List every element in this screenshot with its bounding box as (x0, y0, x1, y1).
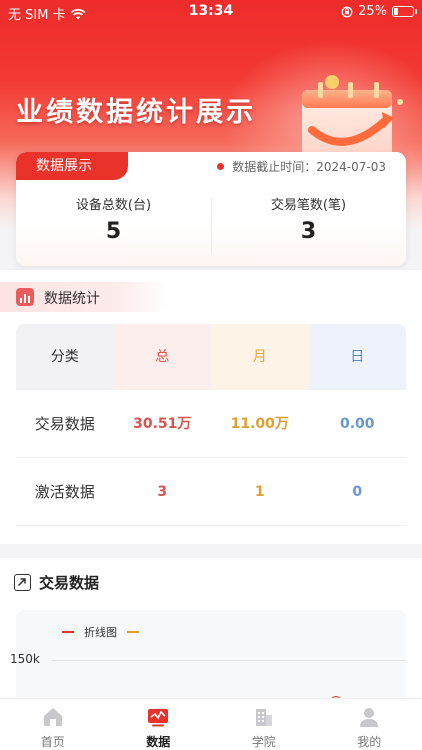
summary-card: 数据展示 数据截止时间：2024-07-03 设备总数(台) 5 交易笔数(笔)… (16, 152, 406, 266)
row-category: 交易数据 (34, 415, 95, 433)
bottom-tab-bar: 首页 数据 学院 我的 (0, 698, 422, 750)
battery-percent: 25% (358, 4, 387, 19)
col-header-category: 分类 (16, 324, 114, 390)
y-tick-label: 150k (10, 652, 40, 666)
row-total: 3 (157, 484, 168, 500)
summary-tab-label: 数据展示 (16, 152, 128, 180)
stats-table-header: 分类 总 月 日 (16, 324, 406, 390)
transaction-count-value: 3 (300, 219, 317, 244)
external-link-icon[interactable] (14, 574, 31, 591)
home-icon (43, 708, 62, 726)
tab-data[interactable]: 数据 (106, 699, 212, 750)
orientation-lock-icon (341, 6, 353, 17)
legend-label: 折线图 (84, 626, 117, 639)
chart-legend: 折线图 (62, 624, 139, 640)
stats-section-header: 数据统计 (0, 282, 170, 312)
data-deadline: 数据截止时间：2024-07-03 (217, 158, 386, 175)
col-header-month: 月 (211, 324, 309, 390)
stats-section-title: 数据统计 (44, 291, 100, 307)
legend-dash-right (127, 631, 139, 633)
stats-table: 分类 总 月 日 交易数据 30.51万 11.00万 0.00 激活数据 3 … (16, 324, 406, 544)
status-dot (217, 163, 225, 170)
tab-home[interactable]: 首页 (0, 699, 106, 750)
bar-chart-icon (16, 288, 34, 306)
tab-academy-label: 学院 (251, 735, 276, 749)
row-category: 激活数据 (34, 483, 95, 501)
building-icon (255, 709, 272, 726)
chart-icon (148, 709, 169, 727)
transaction-chart-section: 交易数据 折线图 150k (0, 558, 422, 708)
device-total-value: 5 (105, 219, 122, 244)
col-header-day: 日 (308, 324, 406, 390)
device-total-stat: 设备总数(台) 5 (16, 194, 211, 244)
row-day: 0.00 (339, 416, 375, 432)
tab-data-label: 数据 (146, 735, 171, 749)
transaction-count-label: 交易笔数(笔) (270, 198, 347, 213)
hero-title: 业绩数据统计展示 (16, 97, 256, 128)
transaction-count-stat: 交易笔数(笔) 3 (211, 194, 406, 244)
line-chart: 折线图 150k (10, 610, 406, 708)
tab-mine[interactable]: 我的 (317, 699, 422, 750)
battery-fill (394, 8, 398, 15)
battery-icon (392, 6, 417, 17)
legend-dash-left (62, 631, 74, 633)
row-day: 0 (352, 484, 363, 500)
tab-home-label: 首页 (40, 735, 65, 749)
user-icon (360, 708, 379, 727)
deadline-text: 数据截止时间：2024-07-03 (232, 160, 386, 174)
device-total-label: 设备总数(台) (75, 198, 152, 213)
tab-mine-label: 我的 (357, 735, 382, 749)
chart-section-header[interactable]: 交易数据 (14, 572, 99, 593)
chart-section-title: 交易数据 (39, 574, 100, 592)
tab-academy[interactable]: 学院 (211, 699, 317, 750)
table-row: 激活数据 3 1 0 (16, 458, 406, 526)
row-month: 11.00万 (230, 416, 289, 432)
table-row: 交易数据 30.51万 11.00万 0.00 (16, 390, 406, 458)
row-month: 1 (254, 484, 265, 500)
status-bar: 无 SIM 卡 13:34 25% (0, 0, 422, 24)
stats-section: 数据统计 分类 总 月 日 交易数据 30.51万 11.00万 0.00 激活… (0, 270, 422, 544)
col-header-total: 总 (113, 324, 211, 390)
row-total: 30.51万 (133, 416, 192, 432)
chart-gridline (52, 660, 406, 661)
